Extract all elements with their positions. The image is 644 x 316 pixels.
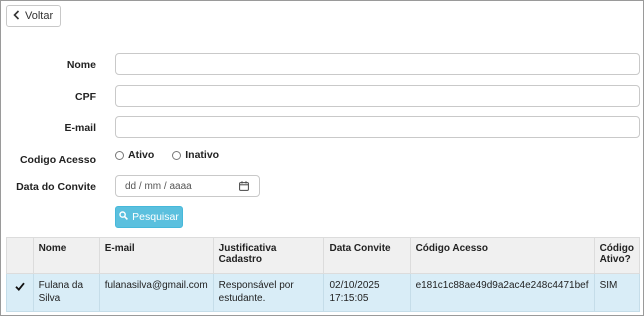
search-button-label: Pesquisar bbox=[132, 211, 179, 223]
cell-codigo-acesso: e181c1c88ae49d9a2ac4e248c4471bef bbox=[409, 273, 595, 312]
back-button-label: Voltar bbox=[25, 10, 54, 22]
search-icon bbox=[119, 211, 129, 223]
nome-label: Nome bbox=[66, 59, 96, 71]
email-label: E-mail bbox=[64, 122, 96, 134]
col-select bbox=[6, 237, 34, 274]
table-header-row: Nome E-mail Justificativa Cadastro Data … bbox=[6, 237, 641, 274]
cell-email: fulanasilva@gmail.com bbox=[98, 273, 214, 312]
search-button[interactable]: Pesquisar bbox=[115, 206, 183, 228]
data-convite-input[interactable]: dd / mm / aaaa bbox=[115, 175, 260, 197]
col-codigo-acesso: Código Acesso bbox=[409, 237, 595, 274]
data-convite-label: Data do Convite bbox=[16, 181, 96, 193]
check-icon bbox=[15, 282, 25, 294]
cell-justificativa: Responsável por estudante. bbox=[212, 273, 325, 312]
date-placeholder: dd / mm / aaaa bbox=[125, 180, 192, 192]
radio-inativo-label: Inativo bbox=[185, 149, 220, 161]
col-email: E-mail bbox=[98, 237, 214, 274]
col-codigo-ativo: Código Ativo? bbox=[593, 237, 641, 274]
col-nome: Nome bbox=[32, 237, 100, 274]
radio-ativo-circle[interactable] bbox=[115, 150, 124, 160]
cell-data-convite: 02/10/2025 17:15:05 bbox=[323, 273, 411, 312]
cpf-input[interactable] bbox=[115, 85, 640, 107]
codigo-acesso-label: Codigo Acesso bbox=[19, 154, 96, 166]
radio-inativo[interactable]: Inativo bbox=[172, 149, 219, 161]
email-input[interactable] bbox=[115, 116, 640, 138]
results-table: Nome E-mail Justificativa Cadastro Data … bbox=[6, 237, 641, 312]
col-data-convite: Data Convite bbox=[323, 237, 411, 274]
row-select-cell[interactable] bbox=[6, 273, 34, 312]
back-button[interactable]: Voltar bbox=[6, 5, 62, 27]
radio-ativo-label: Ativo bbox=[128, 149, 155, 161]
table-row[interactable]: Fulana da Silva fulanasilva@gmail.com Re… bbox=[6, 273, 641, 312]
radio-inativo-circle[interactable] bbox=[172, 150, 182, 160]
page-frame: Voltar Nome CPF E-mail Codigo Acesso Ati… bbox=[0, 0, 644, 316]
radio-ativo[interactable]: Ativo bbox=[115, 149, 154, 161]
nome-input[interactable] bbox=[115, 53, 640, 75]
calendar-icon[interactable] bbox=[239, 181, 249, 191]
cell-codigo-ativo: SIM bbox=[593, 273, 641, 312]
chevron-left-icon bbox=[13, 9, 20, 23]
codigo-acesso-radio-group: Ativo Inativo bbox=[115, 149, 219, 161]
cell-nome: Fulana da Silva bbox=[32, 273, 100, 312]
cpf-label: CPF bbox=[75, 91, 96, 103]
col-justificativa: Justificativa Cadastro bbox=[212, 237, 325, 274]
